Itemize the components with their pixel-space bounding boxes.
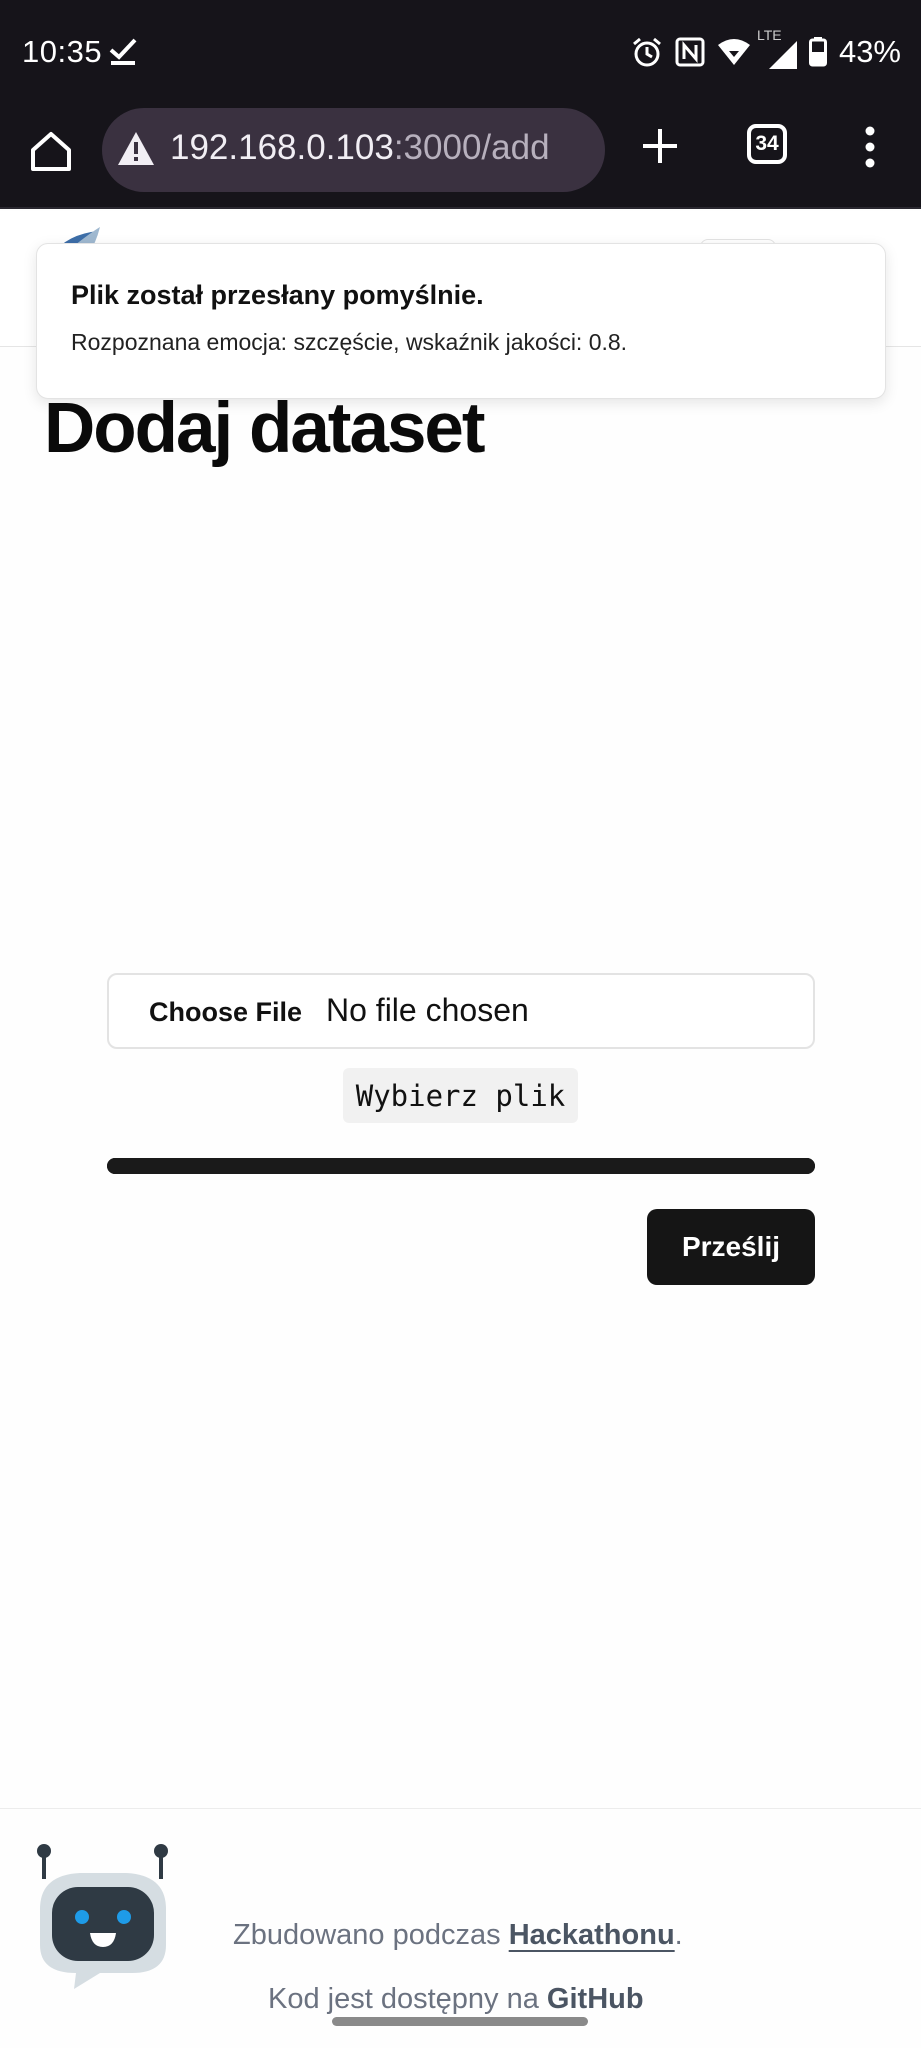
status-bar: 10:35 LTE 43% xyxy=(0,0,921,108)
url-text[interactable]: 192.168.0.103:3000/add xyxy=(170,128,550,168)
battery-percent: 43% xyxy=(838,34,901,69)
upload-progress-fill xyxy=(107,1158,815,1174)
home-icon[interactable] xyxy=(28,128,74,174)
tab-switcher-button[interactable]: 34 xyxy=(747,124,787,164)
footer-built-text: Zbudowano podczas Hackathonu. xyxy=(233,1919,683,1952)
address-bar[interactable]: 192.168.0.103:3000/add xyxy=(102,108,605,192)
footer-code-text: Kod jest dostępny na GitHub xyxy=(268,1983,644,2016)
status-time: 10:35 xyxy=(22,34,103,69)
file-label: Wybierz plik xyxy=(343,1068,578,1123)
hackathon-link[interactable]: Hackathonu xyxy=(509,1919,675,1951)
footer-code-prefix: Kod jest dostępny na xyxy=(268,1983,547,2015)
file-input[interactable]: Choose File No file chosen xyxy=(107,973,815,1049)
url-host: 192.168.0.103 xyxy=(170,128,394,167)
screen: 10:35 LTE 43% 192.168.0.103:3000/add 34 … xyxy=(0,0,921,2048)
toast-description: Rozpoznana emocja: szczęście, wskaźnik j… xyxy=(71,329,628,355)
alarm-icon xyxy=(632,37,661,67)
file-status: No file chosen xyxy=(326,992,529,1028)
github-link[interactable]: GitHub xyxy=(547,1983,644,2015)
warning-icon[interactable] xyxy=(116,130,156,168)
wifi-icon xyxy=(717,39,750,65)
url-path: :3000/add xyxy=(393,128,550,167)
tab-count: 34 xyxy=(755,132,779,155)
status-icons: LTE 43% xyxy=(631,27,901,72)
nfc-icon xyxy=(675,37,705,67)
page-title: Dodaj dataset xyxy=(44,389,486,468)
check-icon xyxy=(109,38,137,65)
signal-group: LTE xyxy=(757,27,797,69)
toast-title: Plik został przesłany pomyślnie. xyxy=(71,280,484,310)
gesture-nav-handle[interactable] xyxy=(332,2017,588,2026)
plus-icon[interactable] xyxy=(640,126,680,166)
more-vert-icon[interactable] xyxy=(860,126,880,168)
browser-toolbar: 192.168.0.103:3000/add 34 xyxy=(0,108,921,209)
signal-icon xyxy=(768,41,797,69)
choose-file-button[interactable]: Choose File xyxy=(149,997,302,1028)
footer-built-prefix: Zbudowano podczas xyxy=(233,1919,509,1951)
submit-button[interactable]: Prześlij xyxy=(647,1209,815,1285)
success-toast: Plik został przesłany pomyślnie. Rozpozn… xyxy=(36,243,886,399)
robot-logo-icon xyxy=(37,1844,168,1989)
upload-progress-bar xyxy=(107,1158,815,1174)
footer-built-suffix: . xyxy=(674,1919,683,1951)
footer: Zbudowano podczas Hackathonu. Kod jest d… xyxy=(0,1808,921,2048)
battery-icon xyxy=(808,37,827,67)
